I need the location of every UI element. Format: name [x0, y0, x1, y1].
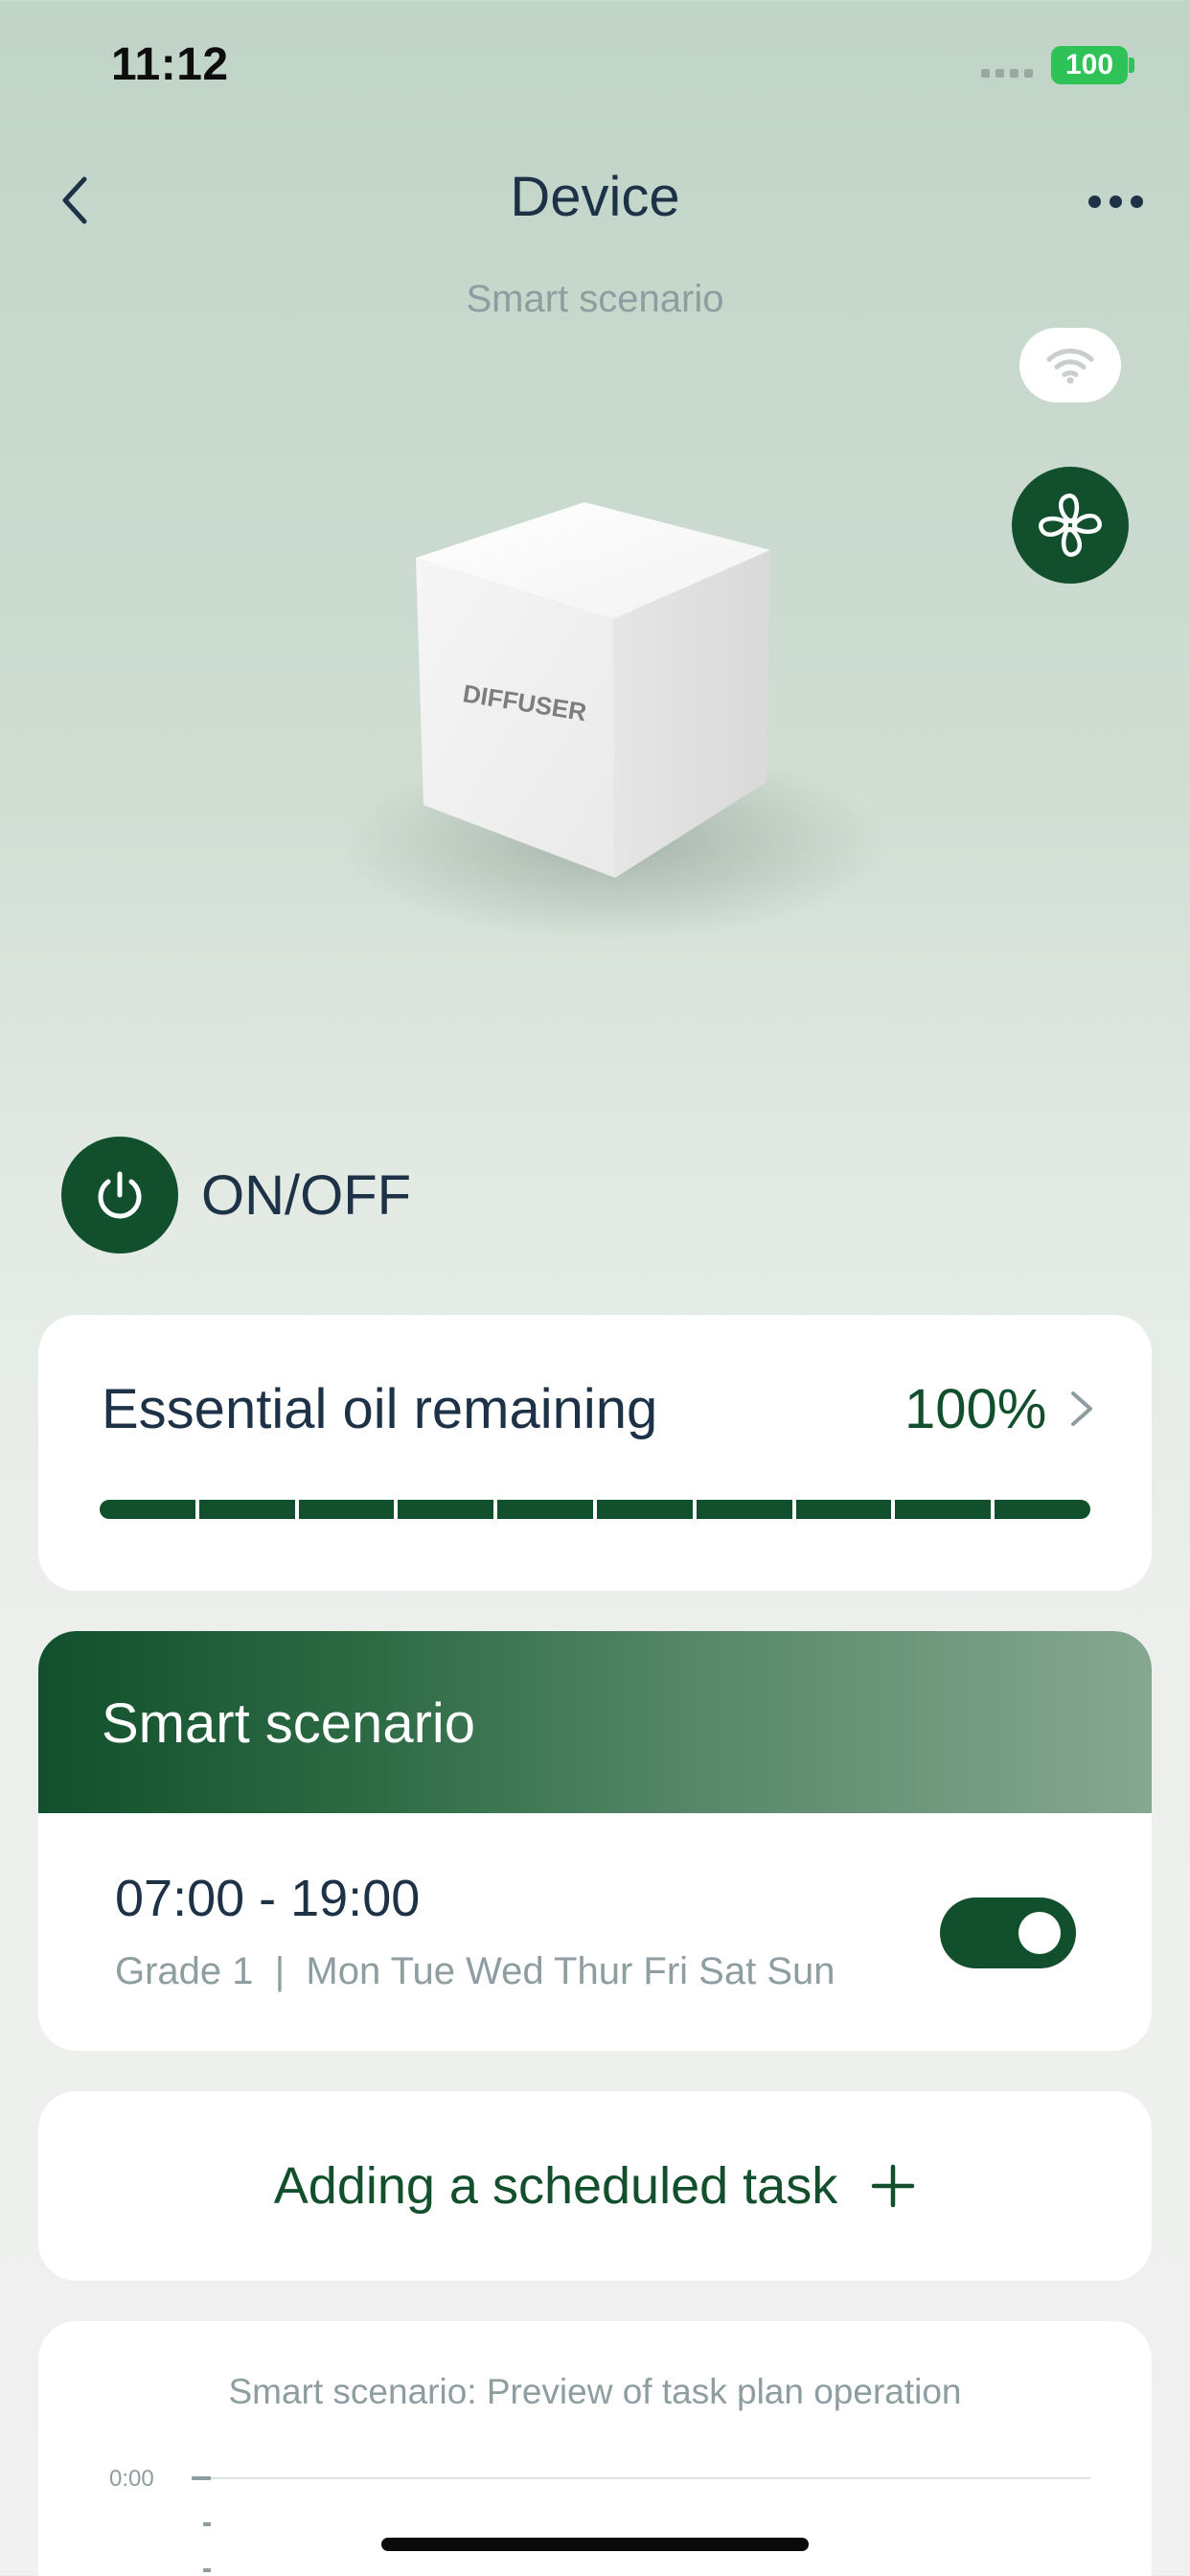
oil-remaining-value: 100% [904, 1378, 1047, 1440]
oil-level-segment [100, 1500, 195, 1519]
diffuser-device-image: DIFFUSER [416, 502, 770, 878]
battery-tip [1129, 58, 1134, 73]
ellipsis-icon [1087, 195, 1101, 208]
oil-level-segment [995, 1500, 1090, 1519]
oil-level-bar [100, 1500, 1090, 1519]
oil-level-segment [398, 1500, 494, 1519]
task-time-range[interactable]: 07:00 - 19:00 [115, 1869, 420, 1928]
oil-level-segment [298, 1500, 395, 1519]
status-time: 11:12 [111, 39, 229, 90]
task-toggle-knob [1018, 1912, 1061, 1954]
oil-level-segment [696, 1500, 792, 1519]
page-title: Device [510, 166, 680, 228]
oil-level-segment [795, 1500, 892, 1519]
preview-title: Smart scenario: Preview of task plan ope… [228, 2372, 962, 2411]
essential-oil-card[interactable] [38, 1315, 1152, 1591]
wifi-status-button[interactable] [1019, 328, 1121, 402]
preview-axis-line [192, 2477, 1090, 2479]
add-task-label: Adding a scheduled task [273, 2157, 838, 2215]
preview-tick [203, 2568, 211, 2572]
task-detail: Grade 1 | Mon Tue Wed Thur Fri Sat Sun [115, 1950, 835, 1992]
power-icon [98, 1171, 142, 1219]
oil-level-segment [596, 1500, 693, 1519]
preview-tick [192, 2476, 211, 2480]
oil-level-segment [198, 1500, 295, 1519]
oil-level-segment [497, 1500, 593, 1519]
wifi-icon [1046, 348, 1094, 384]
home-indicator [381, 2538, 809, 2551]
plus-icon [871, 2164, 915, 2208]
preview-y-start-label: 0:00 [109, 2466, 154, 2492]
scenario-subtitle: Smart scenario [466, 278, 724, 320]
fan-mode-button[interactable] [1012, 467, 1129, 584]
oil-level-segment [895, 1500, 992, 1519]
add-task-button[interactable]: Adding a scheduled task [0, 2156, 1190, 2216]
fan-icon [1039, 494, 1102, 557]
more-options-button[interactable] [1083, 182, 1148, 220]
oil-remaining-title: Essential oil remaining [102, 1378, 658, 1440]
power-button[interactable] [61, 1137, 178, 1254]
cellular-signal-icon [981, 69, 1035, 79]
power-label: ON/OFF [201, 1164, 412, 1227]
preview-tick [203, 2522, 211, 2526]
chevron-right-icon [1071, 1392, 1092, 1426]
battery-icon: 100 [1051, 46, 1128, 84]
scenario-title: Smart scenario [102, 1692, 476, 1755]
